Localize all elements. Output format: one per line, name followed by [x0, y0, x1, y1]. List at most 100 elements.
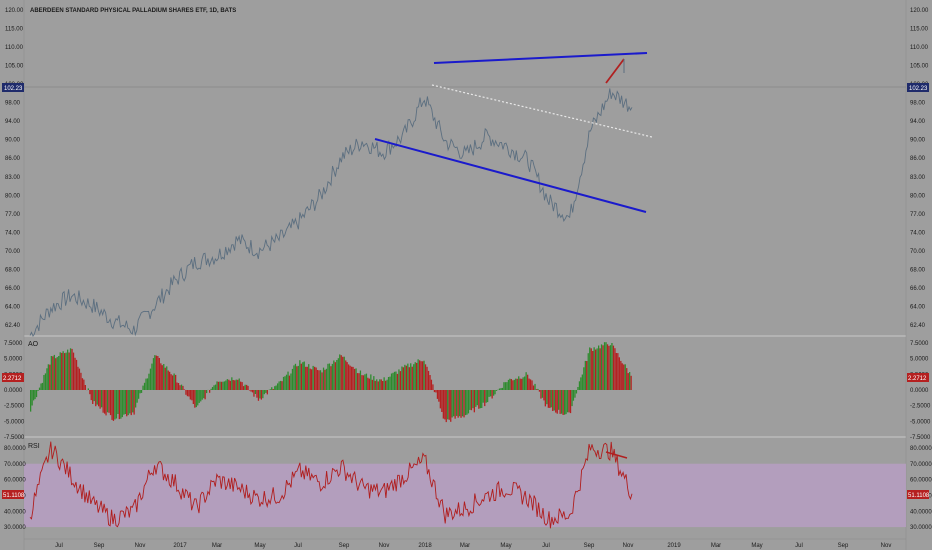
ao-bar [179, 385, 181, 390]
ao-bar [250, 390, 252, 392]
ao-bar [623, 364, 625, 390]
ao-pane-label: AO [28, 341, 39, 348]
price-tick-label: 66.00 [5, 286, 21, 292]
ao-bar [611, 343, 613, 390]
time-axis-label: Sep [584, 543, 595, 549]
ao-tick-label: 5.0000 [910, 357, 929, 363]
ao-bar [346, 362, 348, 390]
ao-bar [522, 377, 524, 390]
ao-bar [185, 390, 187, 395]
ao-bar [627, 373, 629, 390]
ao-bar [101, 390, 103, 408]
ao-bar [99, 390, 101, 409]
ao-bar [463, 390, 465, 418]
ao-bar [274, 386, 276, 390]
ao-bar [373, 376, 375, 390]
ao-bar [537, 388, 539, 390]
chart-canvas[interactable]: ABERDEEN STANDARD PHYSICAL PALLADIUM SHA… [0, 0, 932, 550]
ao-bar [175, 374, 177, 390]
ao-tick-label: -2.5000 [4, 404, 25, 410]
ao-bar [423, 360, 425, 390]
ao-bar [291, 368, 294, 390]
ao-bar [219, 381, 221, 390]
ao-bar [626, 368, 628, 390]
ao-bar [599, 348, 601, 390]
ao-bar [192, 390, 194, 404]
ao-bar [278, 381, 280, 390]
rsi-value-tag-left: 51.1108 [2, 490, 25, 499]
ao-bar [550, 390, 552, 408]
ao-tick-label: 0.0000 [910, 388, 929, 394]
ao-bar [441, 390, 443, 412]
price-tick-label: 80.00 [5, 193, 21, 199]
price-tick-label: 62.40 [910, 323, 926, 329]
ao-bar [349, 365, 351, 390]
ao-bar [609, 345, 612, 390]
ao-bar [345, 360, 347, 390]
ao-bar [114, 390, 116, 420]
ao-bar [257, 390, 260, 401]
ao-tick-label: -7.5000 [4, 435, 25, 441]
ao-bar [501, 387, 504, 390]
ao-bar [248, 390, 251, 391]
price-tick-label: 115.00 [910, 27, 929, 33]
ao-bar [180, 384, 183, 390]
ao-bar [225, 380, 227, 390]
rsi-tick-label: 40.0000 [910, 509, 932, 515]
ao-bar [109, 390, 112, 416]
ao-bar [393, 371, 396, 390]
ao-bar [364, 374, 366, 390]
ao-bar [600, 344, 603, 390]
ao-bar [558, 390, 560, 410]
ao-bar [210, 388, 212, 390]
ao-value-tag-left: 2.2712 [2, 373, 24, 382]
ao-bar [451, 390, 453, 418]
ao-bar [424, 364, 427, 390]
last-price-label-right: 102.23 [909, 86, 928, 92]
ao-bar [115, 390, 118, 419]
price-tick-label: 77.00 [5, 212, 21, 218]
ao-bar [371, 379, 373, 390]
ao-bar [574, 390, 576, 398]
ao-bar [356, 373, 359, 390]
ao-bar [254, 390, 257, 394]
ao-bar [543, 390, 545, 401]
ao-bar [450, 390, 452, 422]
ao-bar [200, 390, 202, 402]
ao-bar [586, 361, 588, 390]
ao-bar [337, 358, 339, 390]
time-axis-label: May [500, 543, 511, 549]
ao-bar [368, 378, 370, 390]
time-axis-label: Jul [542, 543, 550, 549]
ao-bar [80, 372, 82, 390]
ao-bar [470, 390, 473, 411]
ao-bar [488, 390, 490, 397]
ao-bar [68, 352, 70, 390]
price-tick-label: 105.00 [5, 64, 24, 70]
ao-bar [40, 383, 42, 390]
ao-bar [244, 384, 246, 390]
ao-bar [420, 361, 422, 390]
ao-bar [416, 362, 418, 390]
time-axis-label: 2019 [667, 543, 681, 549]
ao-bar [379, 379, 381, 390]
ao-bar [605, 342, 607, 390]
ao-bar [126, 390, 128, 417]
price-tick-label: 120.00 [910, 8, 929, 14]
ao-bar [408, 367, 410, 390]
ao-bar [316, 370, 319, 390]
ao-bar [124, 390, 126, 414]
ao-bar [33, 390, 35, 401]
ao-bar [583, 367, 585, 390]
ao-bar [532, 385, 535, 390]
ao-bar [572, 390, 575, 401]
ao-bar [336, 360, 338, 390]
ao-value-label-left: 2.2712 [3, 376, 22, 382]
ao-bar [606, 344, 609, 390]
ao-bar [507, 379, 510, 390]
ao-bar [603, 342, 606, 390]
price-tick-label: 83.00 [910, 175, 926, 181]
ao-bar [509, 378, 511, 390]
ao-bar [352, 366, 354, 390]
ao-bar [145, 378, 147, 390]
